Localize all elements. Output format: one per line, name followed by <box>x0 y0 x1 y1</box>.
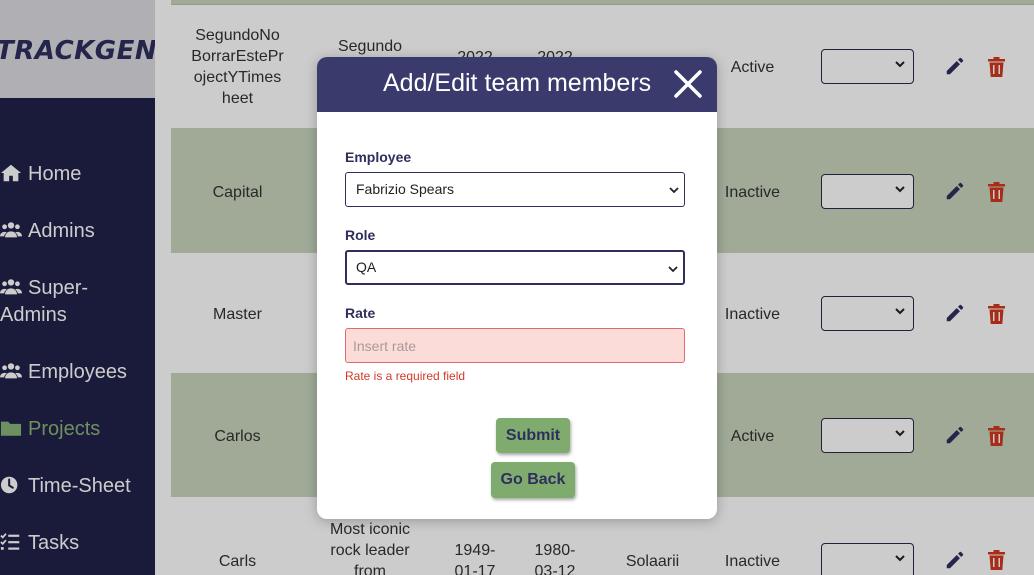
role-select-value: QA <box>356 259 377 275</box>
rate-error-message: Rate is a required field <box>345 369 466 383</box>
modal-title: Add/Edit team members <box>383 69 652 97</box>
employee-select-value: Fabrizio Spears <box>356 181 455 197</box>
rate-input[interactable] <box>345 328 685 363</box>
employee-select[interactable]: Fabrizio Spears <box>345 172 685 207</box>
employee-label: Employee <box>345 149 412 165</box>
role-label: Role <box>345 227 376 243</box>
chevron-down-icon <box>669 187 679 194</box>
go-back-button[interactable]: Go Back <box>491 462 575 498</box>
role-select[interactable]: QA <box>345 250 685 285</box>
modal-header: Add/Edit team members <box>317 57 717 112</box>
close-icon[interactable] <box>673 69 703 99</box>
submit-button[interactable]: Submit <box>496 418 570 453</box>
rate-label: Rate <box>345 305 376 321</box>
team-member-modal: Add/Edit team members Employee Fabrizio … <box>317 57 717 519</box>
chevron-down-icon <box>668 266 678 273</box>
